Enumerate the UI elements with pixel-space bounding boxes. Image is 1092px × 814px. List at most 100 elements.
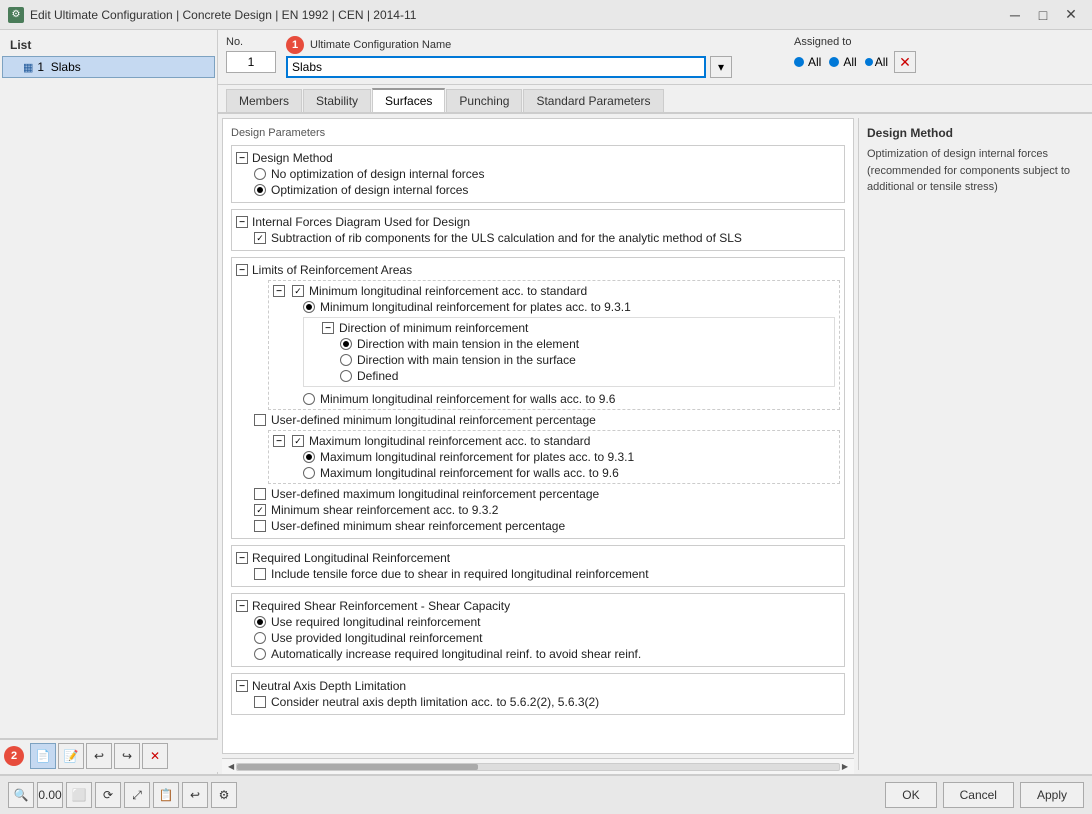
assigned-all-3[interactable]: All	[865, 55, 888, 69]
no-input[interactable]	[226, 51, 276, 73]
clear-assigned-button[interactable]: ✕	[894, 51, 916, 73]
sidebar-item-slabs[interactable]: ▦ 1 Slabs	[2, 56, 215, 78]
radio-prov-long-label: Use provided longitudinal reinforcement	[271, 631, 482, 645]
expand-max-long[interactable]: −	[273, 435, 285, 447]
value-tool-button[interactable]: 0.00	[37, 782, 63, 808]
radio-prov-long-input[interactable]	[254, 632, 266, 644]
internal-forces-header[interactable]: − Internal Forces Diagram Used for Desig…	[236, 214, 840, 230]
radio-direction-surface[interactable]: Direction with main tension in the surfa…	[340, 352, 832, 368]
name-input[interactable]	[286, 56, 706, 78]
assigned-all-1[interactable]: All	[794, 55, 821, 69]
maximize-button[interactable]: □	[1030, 4, 1056, 26]
radio-min-walls-label: Minimum longitudinal reinforcement for w…	[320, 392, 615, 406]
expand-direction[interactable]: −	[322, 322, 334, 334]
checkbox-user-min-shear-input[interactable]	[254, 520, 266, 532]
checkbox-min-shear[interactable]: Minimum shear reinforcement acc. to 9.3.…	[254, 502, 840, 518]
checkbox-user-max-long-input[interactable]	[254, 488, 266, 500]
radio-req-long-input[interactable]	[254, 616, 266, 628]
scrollbar-track[interactable]	[236, 763, 840, 771]
expand-min-long[interactable]: −	[273, 285, 285, 297]
tab-standard-parameters[interactable]: Standard Parameters	[523, 89, 663, 112]
rotate-tool-button[interactable]: ⟳	[95, 782, 121, 808]
checkbox-neutral-input[interactable]	[254, 696, 266, 708]
checkbox-max-long[interactable]: − Maximum longitudinal reinforcement acc…	[273, 433, 835, 449]
checkbox-tensile-input[interactable]	[254, 568, 266, 580]
radio-min-plates[interactable]: Minimum longitudinal reinforcement for p…	[303, 299, 835, 315]
radio-direction-defined[interactable]: Defined	[340, 368, 832, 384]
close-button[interactable]: ✕	[1058, 4, 1084, 26]
radio-no-optimization[interactable]: No optimization of design internal force…	[254, 166, 840, 182]
tab-stability[interactable]: Stability	[303, 89, 371, 112]
radio-auto-increase[interactable]: Automatically increase required longitud…	[254, 646, 840, 662]
neutral-axis-header[interactable]: − Neutral Axis Depth Limitation	[236, 678, 840, 694]
assigned-all-2[interactable]: All	[829, 55, 856, 69]
checkbox-tensile-force[interactable]: Include tensile force due to shear in re…	[254, 566, 840, 582]
radio-max-walls-input[interactable]	[303, 467, 315, 479]
checkbox-user-max-long[interactable]: User-defined maximum longitudinal reinfo…	[254, 486, 840, 502]
checkbox-max-long-input[interactable]	[292, 435, 304, 447]
radio-opt-input[interactable]	[254, 184, 266, 196]
copy-tool-button[interactable]: 📋	[153, 782, 179, 808]
new-button[interactable]: 📄	[30, 743, 56, 769]
minimize-button[interactable]: ─	[1002, 4, 1028, 26]
radio-auto-label: Automatically increase required longitud…	[271, 647, 641, 661]
checkbox-user-min-long-input[interactable]	[254, 414, 266, 426]
radio-max-walls[interactable]: Maximum longitudinal reinforcement for w…	[303, 465, 835, 481]
checkbox-min-shear-input[interactable]	[254, 504, 266, 516]
undo-button[interactable]: ↩	[86, 743, 112, 769]
radio-use-provided-long[interactable]: Use provided longitudinal reinforcement	[254, 630, 840, 646]
cancel-button[interactable]: Cancel	[943, 782, 1014, 808]
tab-members[interactable]: Members	[226, 89, 302, 112]
checkbox-user-min-shear[interactable]: User-defined minimum shear reinforcement…	[254, 518, 840, 534]
radio-optimization[interactable]: Optimization of design internal forces	[254, 182, 840, 198]
tab-punching[interactable]: Punching	[446, 89, 522, 112]
checkbox-subtraction[interactable]: Subtraction of rib components for the UL…	[254, 230, 840, 246]
checkbox-min-long[interactable]: − Minimum longitudinal reinforcement acc…	[273, 283, 835, 299]
delete-button[interactable]: ✕	[142, 743, 168, 769]
checkbox-min-long-input[interactable]	[292, 285, 304, 297]
expand-internal-forces[interactable]: −	[236, 216, 248, 228]
apply-button[interactable]: Apply	[1020, 782, 1084, 808]
radio-max-plates[interactable]: Maximum longitudinal reinforcement for p…	[303, 449, 835, 465]
scroll-left-arrow[interactable]: ◀	[226, 762, 236, 771]
radio-min-plates-input[interactable]	[303, 301, 315, 313]
limits-reinf-header[interactable]: − Limits of Reinforcement Areas	[236, 262, 840, 278]
expand-design-method[interactable]: −	[236, 152, 248, 164]
req-shear-header[interactable]: − Required Shear Reinforcement - Shear C…	[236, 598, 840, 614]
req-long-header[interactable]: − Required Longitudinal Reinforcement	[236, 550, 840, 566]
radio-direction-element[interactable]: Direction with main tension in the eleme…	[340, 336, 832, 352]
radio-min-walls[interactable]: Minimum longitudinal reinforcement for w…	[303, 391, 835, 407]
horizontal-scrollbar[interactable]: ◀ ▶	[222, 758, 854, 774]
redo-button[interactable]: ↪	[114, 743, 140, 769]
checkbox-neutral-axis[interactable]: Consider neutral axis depth limitation a…	[254, 694, 840, 710]
expand-limits-reinf[interactable]: −	[236, 264, 248, 276]
scrollbar-thumb[interactable]	[237, 764, 478, 770]
checkbox-subtraction-input[interactable]	[254, 232, 266, 244]
settings-tool-button[interactable]: ⚙	[211, 782, 237, 808]
select-tool-button[interactable]: ⬜	[66, 782, 92, 808]
radio-min-walls-input[interactable]	[303, 393, 315, 405]
checkbox-user-max-long-label: User-defined maximum longitudinal reinfo…	[271, 487, 599, 501]
radio-max-plates-input[interactable]	[303, 451, 315, 463]
expand-req-shear[interactable]: −	[236, 600, 248, 612]
checkbox-user-min-long[interactable]: User-defined minimum longitudinal reinfo…	[254, 412, 840, 428]
copy-button[interactable]: 📝	[58, 743, 84, 769]
radio-no-opt-input[interactable]	[254, 168, 266, 180]
search-tool-button[interactable]: 🔍	[8, 782, 34, 808]
undo-tool-button[interactable]: ↩	[182, 782, 208, 808]
name-dropdown[interactable]: ▾	[710, 56, 732, 78]
tab-surfaces[interactable]: Surfaces	[372, 88, 445, 112]
expand-req-long[interactable]: −	[236, 552, 248, 564]
radio-dir-elem-input[interactable]	[340, 338, 352, 350]
design-method-header[interactable]: − Design Method	[236, 150, 840, 166]
radio-dir-def-input[interactable]	[340, 370, 352, 382]
expand-tool-button[interactable]: ⤢	[124, 782, 150, 808]
scroll-right-arrow[interactable]: ▶	[840, 762, 850, 771]
expand-neutral-axis[interactable]: −	[236, 680, 248, 692]
radio-dir-surf-input[interactable]	[340, 354, 352, 366]
radio-max-plates-label: Maximum longitudinal reinforcement for p…	[320, 450, 634, 464]
sidebar-header: List	[0, 36, 217, 56]
radio-use-required-long[interactable]: Use required longitudinal reinforcement	[254, 614, 840, 630]
ok-button[interactable]: OK	[885, 782, 936, 808]
radio-auto-input[interactable]	[254, 648, 266, 660]
